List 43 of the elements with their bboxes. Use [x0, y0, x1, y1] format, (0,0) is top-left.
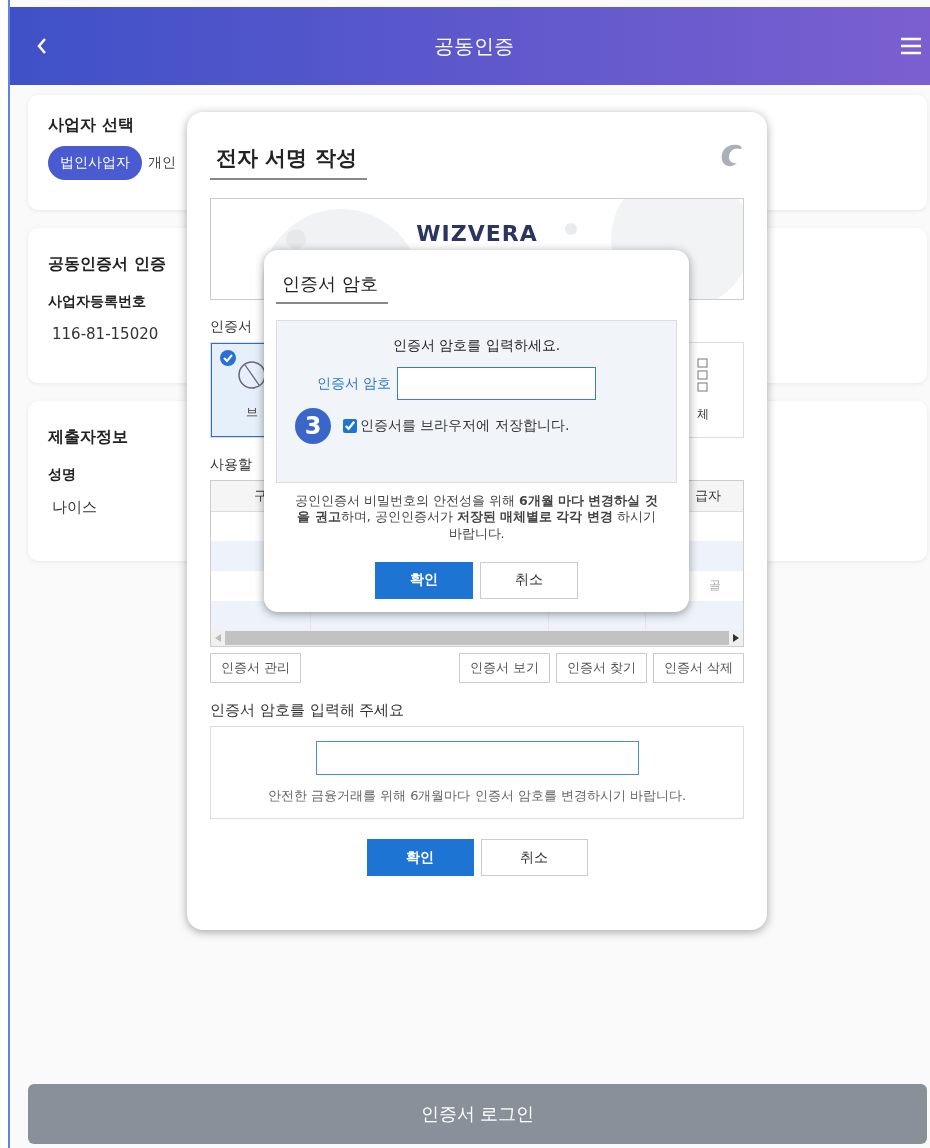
scroll-right-icon[interactable]: [733, 634, 739, 643]
certificate-button[interactable]: 인증서 관리: [210, 653, 302, 683]
dialog-title: 인증서 암호: [276, 270, 388, 304]
certificate-button[interactable]: 인증서 삭제: [652, 653, 744, 683]
prompt-text: 인증서 암호를 입력하세요.: [392, 337, 561, 355]
column-header: 급자: [695, 486, 721, 505]
section-title: 제출자정보: [48, 427, 129, 448]
cancel-button[interactable]: 취소: [480, 839, 588, 876]
certificate-button[interactable]: 인증서 보기: [458, 653, 550, 683]
storage-label: 체: [697, 405, 709, 423]
back-icon[interactable]: [36, 37, 48, 55]
field-label: 인증서 암호: [316, 374, 392, 393]
certificate-button[interactable]: 인증서 찾기: [555, 653, 647, 683]
business-type-option[interactable]: 법인사업자: [48, 146, 142, 180]
business-type-option[interactable]: 개인: [148, 148, 176, 178]
page-title: 공동인증: [434, 32, 514, 60]
section-title: 공동인증서 인증: [48, 254, 167, 275]
section-label: 인증서: [210, 318, 253, 336]
checkbox[interactable]: [343, 419, 357, 433]
section-label: 인증서 암호를 입력해 주세요: [210, 701, 406, 720]
confirm-button[interactable]: 확인: [375, 561, 473, 599]
field-label: 성명: [48, 466, 77, 484]
save-checkbox[interactable]: 인증서를 브라우저에 저장합니다.: [343, 417, 570, 435]
cancel-button[interactable]: 취소: [480, 561, 578, 599]
section-label: 사용할: [210, 456, 253, 474]
security-note: 공인인증서 비밀번호의 안전성을 위해 6개월 마다 변경하실 것을 권고하며, 공인인증서가 저장된 매체별로 각각 변경 하시기 바랍니다.: [294, 493, 659, 542]
grid-icon: [697, 357, 709, 392]
confirm-button[interactable]: 확인: [366, 839, 474, 876]
storage-label: 브: [246, 403, 258, 421]
section-title: 사업자 선택: [48, 115, 135, 136]
check-icon: [220, 350, 236, 366]
table-cell: 골: [709, 577, 721, 595]
password-note: 안전한 금융거래를 위해 6개월마다 인증서 암호를 변경하시기 바랍니다.: [267, 786, 687, 805]
password-field[interactable]: [315, 740, 639, 775]
step-badge: 3: [295, 408, 331, 444]
menu-icon[interactable]: [900, 37, 922, 55]
field-label: 사업자등록번호: [48, 293, 147, 311]
field-value: 116-81-15020: [51, 325, 159, 343]
horizontal-scrollbar[interactable]: [211, 630, 743, 646]
password-field[interactable]: [397, 367, 597, 400]
field-value: 나이스: [51, 498, 97, 517]
logo-text: WIZVERA: [416, 221, 538, 247]
dialog-title: 전자 서명 작성: [210, 140, 367, 180]
